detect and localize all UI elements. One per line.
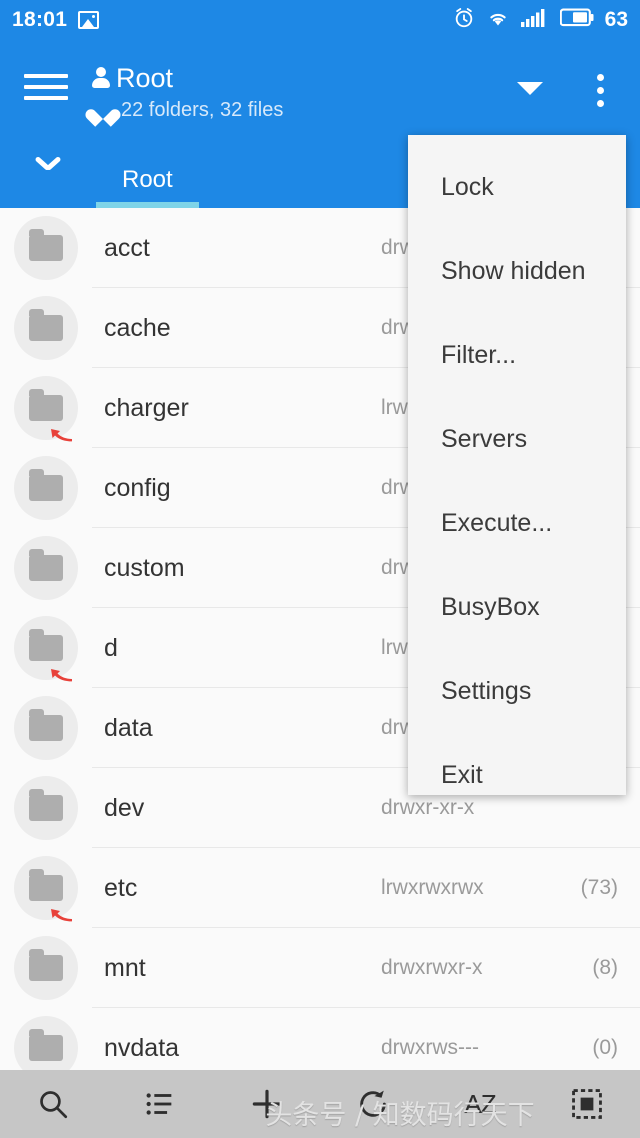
path-summary: 22 folders, 32 files xyxy=(121,99,283,122)
image-icon xyxy=(78,11,99,29)
status-bar: 18:01 63 xyxy=(0,0,640,40)
menu-item-filter[interactable]: Filter... xyxy=(408,313,626,397)
tab-label: Root xyxy=(122,166,173,194)
table-row[interactable]: nvdatadrwxrws---(0) xyxy=(0,1008,640,1070)
file-name: etc xyxy=(104,874,381,903)
bottom-toolbar: AZ xyxy=(0,1070,640,1138)
folder-icon xyxy=(14,216,78,280)
folder-icon xyxy=(14,776,78,840)
tab-active-indicator xyxy=(96,202,199,208)
file-count: (73) xyxy=(556,876,618,900)
file-name: cache xyxy=(104,314,381,343)
table-row[interactable]: etclrwxrwxrwx(73) xyxy=(0,848,640,928)
file-name: dev xyxy=(104,794,381,823)
file-name: charger xyxy=(104,394,381,423)
menu-item-servers[interactable]: Servers xyxy=(408,397,626,481)
file-count: (8) xyxy=(556,956,618,980)
folder-icon xyxy=(14,536,78,600)
chevron-down-icon[interactable] xyxy=(0,140,96,208)
folder-icon xyxy=(14,1016,78,1070)
list-icon[interactable] xyxy=(107,1070,214,1138)
tab-root[interactable]: Root xyxy=(96,140,199,208)
menu-item-settings[interactable]: Settings xyxy=(408,649,626,733)
file-name: d xyxy=(104,634,381,663)
menu-item-execute[interactable]: Execute... xyxy=(408,481,626,565)
symlink-arrow-icon xyxy=(48,662,74,682)
file-name: custom xyxy=(104,554,381,583)
folder-icon xyxy=(14,456,78,520)
path-title-block[interactable]: Root 22 folders, 32 files xyxy=(92,60,500,122)
menu-item-exit[interactable]: Exit xyxy=(408,733,626,817)
status-bar-system-icons: 63 xyxy=(453,7,628,34)
battery-percent: 63 xyxy=(605,8,628,32)
menu-item-show-hidden[interactable]: Show hidden xyxy=(408,229,626,313)
file-name: acct xyxy=(104,234,381,263)
folder-icon xyxy=(14,936,78,1000)
symlink-arrow-icon xyxy=(48,422,74,442)
file-permissions: drwxrws--- xyxy=(381,1036,556,1060)
folder-icon xyxy=(14,296,78,360)
menu-item-lock[interactable]: Lock xyxy=(408,145,626,229)
alarm-icon xyxy=(453,7,475,34)
folder-icon xyxy=(14,616,78,680)
hamburger-icon[interactable] xyxy=(0,60,92,100)
select-all-icon[interactable] xyxy=(533,1070,640,1138)
file-permissions: drwxrwxr-x xyxy=(381,956,556,980)
table-row[interactable]: mntdrwxrwxr-x(8) xyxy=(0,928,640,1008)
folder-icon xyxy=(14,376,78,440)
status-bar-notification-icons xyxy=(78,11,99,29)
symlink-arrow-icon xyxy=(48,902,74,922)
file-name: config xyxy=(104,474,381,503)
overflow-menu[interactable]: LockShow hiddenFilter...ServersExecute..… xyxy=(408,135,626,795)
folder-icon xyxy=(14,856,78,920)
sort-az-icon[interactable]: AZ xyxy=(427,1070,534,1138)
person-icon xyxy=(92,67,109,89)
overflow-dots-icon[interactable] xyxy=(560,60,640,107)
battery-icon xyxy=(560,8,594,32)
signal-icon xyxy=(521,8,549,33)
folder-icon xyxy=(14,696,78,760)
file-count: (0) xyxy=(556,1036,618,1060)
caret-down-icon[interactable] xyxy=(500,60,560,95)
wifi-icon xyxy=(486,8,510,33)
page-title: Root xyxy=(116,63,173,93)
sort-az-label: AZ xyxy=(464,1094,495,1114)
heart-icon xyxy=(92,101,114,121)
refresh-icon[interactable] xyxy=(320,1070,427,1138)
plus-icon[interactable] xyxy=(213,1070,320,1138)
file-permissions: lrwxrwxrwx xyxy=(381,876,556,900)
menu-item-busybox[interactable]: BusyBox xyxy=(408,565,626,649)
file-name: mnt xyxy=(104,954,381,983)
status-bar-clock: 18:01 xyxy=(12,8,67,32)
search-icon[interactable] xyxy=(0,1070,107,1138)
file-name: nvdata xyxy=(104,1034,381,1063)
file-name: data xyxy=(104,714,381,743)
